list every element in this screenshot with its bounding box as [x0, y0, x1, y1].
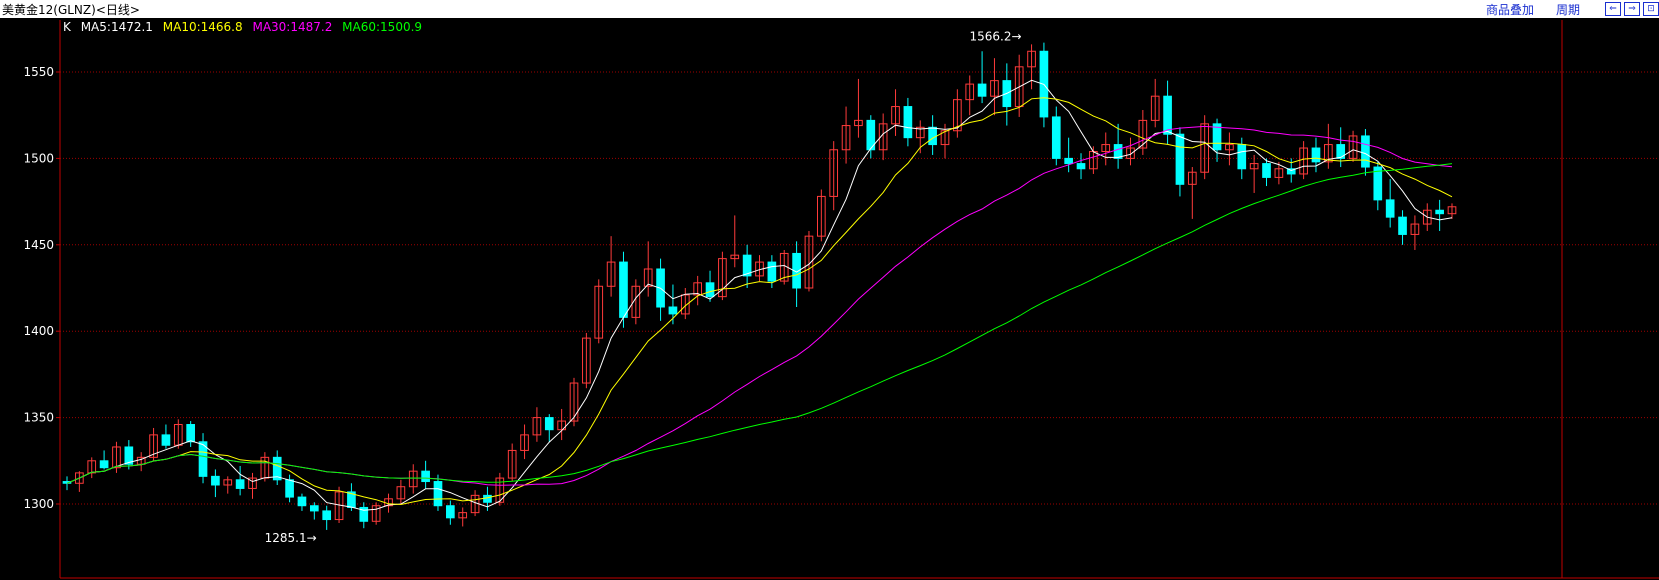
legend-ma60: MA60:1500.9	[342, 20, 423, 34]
legend-ma5: MA5:1472.1	[80, 20, 153, 34]
candle-down	[483, 494, 492, 503]
title-bar: 美黄金12(GLNZ)<日线> 商品叠加 周期 ⇐ ⇒ ⊡	[0, 0, 1659, 18]
candle-down	[1175, 133, 1185, 185]
period-link[interactable]: 周期	[1556, 1, 1580, 18]
maximize-button[interactable]: ⊡	[1643, 2, 1659, 16]
candle-down	[767, 261, 777, 282]
candle-down	[1163, 95, 1172, 135]
candle-down	[1064, 157, 1073, 165]
legend-k: K	[63, 20, 71, 34]
candle-down	[186, 424, 195, 443]
candle-down	[1051, 116, 1061, 159]
candle-down	[433, 481, 443, 507]
candle-down	[309, 505, 319, 512]
candle-down	[322, 510, 332, 521]
candle-down	[1262, 163, 1271, 178]
y-tick-label: 1500	[23, 151, 54, 165]
candle-down	[421, 470, 430, 483]
legend-ma10: MA10:1466.8	[162, 20, 243, 34]
candle-down	[1398, 216, 1407, 235]
candle-down	[211, 475, 220, 486]
candle-down	[297, 496, 307, 507]
candle-down	[544, 417, 554, 431]
candle-down	[1311, 147, 1321, 163]
candle-down	[161, 434, 171, 446]
candle-down	[903, 106, 913, 139]
candle-down	[1361, 135, 1370, 168]
low-annotation: 1285.1→	[265, 531, 317, 545]
toolbar: 商品叠加 周期 ⇐ ⇒ ⊡	[1486, 1, 1659, 17]
y-tick-label: 1450	[23, 238, 54, 252]
candle-down	[1385, 199, 1395, 218]
chart-title: 美黄金12(GLNZ)<日线>	[2, 3, 140, 17]
scroll-left-button[interactable]: ⇐	[1605, 2, 1621, 16]
candle-down	[1237, 144, 1247, 170]
candle-down	[619, 261, 628, 318]
y-tick-label: 1400	[23, 324, 54, 338]
high-annotation: 1566.2→	[970, 29, 1022, 43]
candle-down	[668, 306, 678, 315]
y-tick-label: 1350	[23, 411, 54, 425]
scroll-right-button[interactable]: ⇒	[1624, 2, 1640, 16]
ma-legend: K MA5:1472.1 MA10:1466.8 MA30:1487.2 MA6…	[63, 20, 428, 34]
candle-down	[285, 479, 294, 498]
overlay-commodity-link[interactable]: 商品叠加	[1486, 1, 1534, 18]
ma60-line	[66, 163, 1453, 484]
candle-down	[99, 460, 109, 469]
candle-down	[977, 83, 987, 97]
ma30-line	[66, 125, 1453, 486]
legend-ma30: MA30:1487.2	[252, 20, 333, 34]
candle-down	[1076, 163, 1086, 170]
candle-down	[705, 282, 715, 298]
y-tick-label: 1550	[23, 65, 54, 79]
candle-down	[235, 479, 245, 489]
candle-down	[446, 505, 455, 519]
candlestick-chart[interactable]: 1300 1350 1400 1450 1500 1550 1566.2→ 1285.1→	[0, 18, 1659, 580]
y-tick-label: 1300	[23, 497, 54, 511]
candle-down	[1435, 209, 1444, 215]
candle-down	[928, 126, 937, 146]
